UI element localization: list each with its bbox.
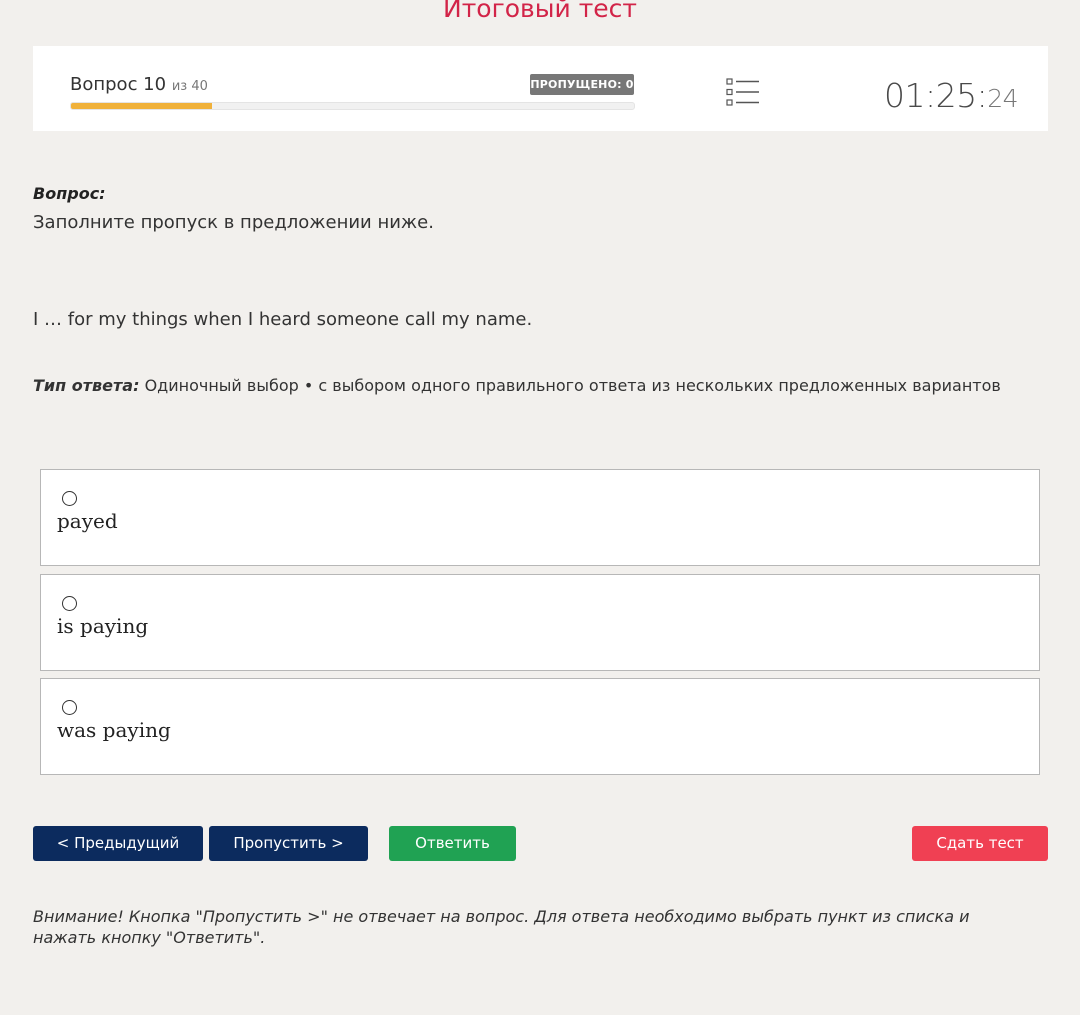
progress-fill [71,103,212,109]
radio-button[interactable] [62,700,77,715]
timer-seconds: 24 [987,84,1018,113]
answer-button[interactable]: Ответить [389,826,516,861]
submit-test-button[interactable]: Сдать тест [912,826,1048,861]
skip-button[interactable]: Пропустить > [209,826,368,861]
answer-option[interactable]: payed [40,469,1040,566]
question-sentence: I … for my things when I heard someone c… [33,309,533,330]
answer-option-label: payed [57,509,118,533]
page-title: Итоговый тест [443,0,637,23]
question-list-icon[interactable] [726,78,760,106]
status-bar: Вопрос 10 из 40 ПРОПУЩЕНО: 0 01:25:24 [33,46,1048,131]
radio-button[interactable] [62,491,77,506]
answer-type-label: Тип ответа: [33,376,140,395]
progress-bar [70,102,635,110]
question-total: из 40 [171,79,208,94]
skipped-badge: ПРОПУЩЕНО: 0 [530,74,634,95]
warning-note: Внимание! Кнопка "Пропустить >" не отвеч… [33,907,970,947]
timer: 01:25:24 [883,76,1019,115]
question-label: Вопрос: [33,184,106,203]
answer-option-label: was paying [57,718,171,742]
radio-button[interactable] [62,596,77,611]
question-instruction: Заполните пропуск в предложении ниже. [33,212,434,233]
answer-option[interactable]: was paying [40,678,1040,775]
answer-type-value: Одиночный выбор • с выбором одного прави… [144,376,1001,395]
timer-main: 01:25: [883,76,988,115]
previous-button[interactable]: < Предыдущий [33,826,203,861]
answer-option[interactable]: is paying [40,574,1040,671]
question-counter: Вопрос 10 из 40 [70,74,208,95]
answer-option-label: is paying [57,614,149,638]
question-number: Вопрос 10 [70,74,167,95]
answer-type: Тип ответа: Одиночный выбор • с выбором … [33,376,1001,395]
